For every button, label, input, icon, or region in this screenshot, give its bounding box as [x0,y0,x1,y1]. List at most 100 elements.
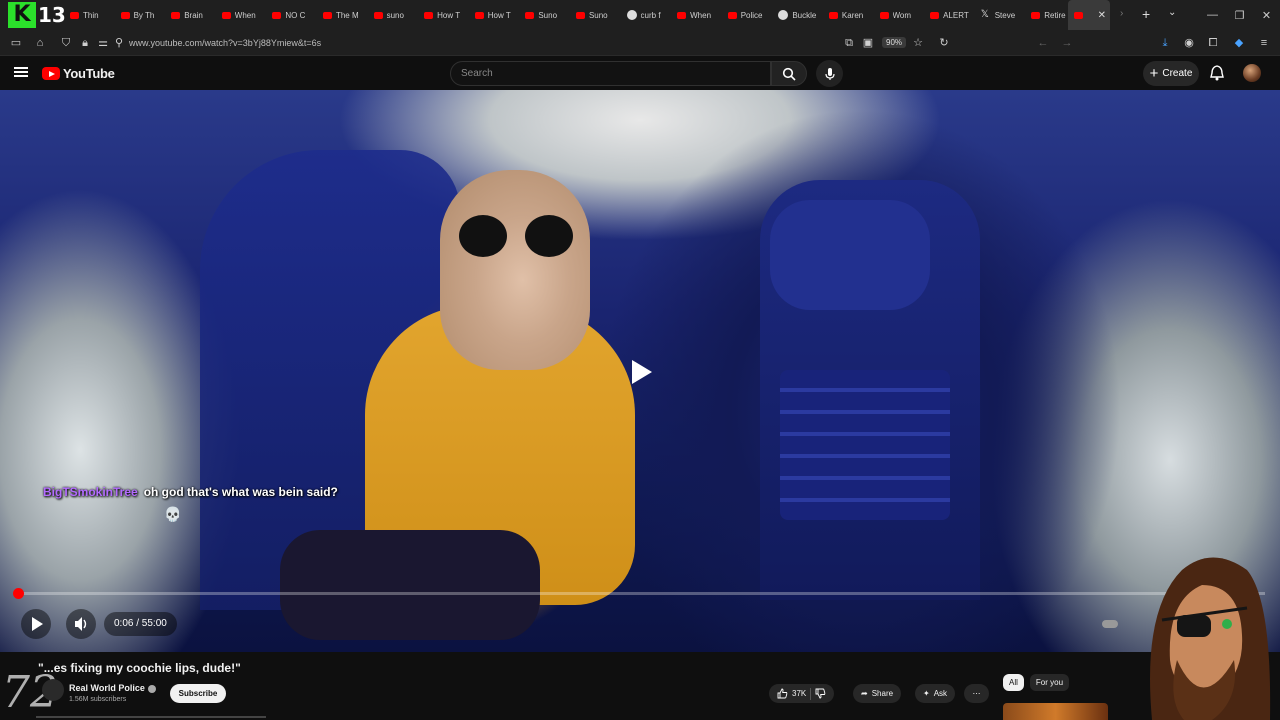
window-close-icon[interactable]: ✕ [1253,9,1280,22]
subscriber-count: 1.56M subscribers [69,696,127,703]
notifications-bell-icon[interactable] [1210,65,1224,81]
browser-tab[interactable]: Karen [823,0,874,30]
search-button[interactable] [771,61,807,86]
browser-tab[interactable]: ALERT [924,0,975,30]
lock-icon[interactable]: 🔒︎ [78,36,92,50]
zoom-level[interactable]: 90% [882,37,907,48]
browser-tab[interactable]: Wom [874,0,925,30]
restore-icon[interactable]: ❐ [1226,9,1253,22]
tab-label: curb f [640,10,661,20]
youtube-favicon-icon [930,11,940,19]
sidebar-toggle-icon[interactable]: ▭ [9,36,23,50]
ask-button[interactable]: ✦ Ask [915,684,956,703]
browser-tab[interactable]: Suno [570,0,621,30]
circle-favicon-icon [778,10,789,20]
minimize-icon[interactable]: — [1199,9,1226,21]
youtube-favicon-icon [120,11,130,19]
channel-name[interactable]: Real World Police [69,683,145,693]
picture-in-picture-icon[interactable]: ⧉ [842,36,856,50]
reload-icon[interactable]: ↻ [937,36,951,50]
video-info: 72 "...es fixing my coochie lips, dude!"… [0,652,1280,720]
description-box-edge [36,716,266,718]
chip-all[interactable]: All [1003,674,1024,691]
browser-tab[interactable]: How T [418,0,469,30]
browser-tab[interactable]: NO C [266,0,317,30]
progress-bar[interactable] [13,588,1265,599]
tab-label: Thin [83,10,99,20]
browser-menu-icon[interactable]: ≡ [1257,36,1271,50]
window-controls: — ❐ ✕ [1199,0,1280,30]
chip-for-you[interactable]: For you [1029,674,1070,691]
search-placeholder: Search [461,68,493,79]
bookmark-star-icon[interactable]: ☆ [911,36,925,50]
download-icon[interactable]: ⤓ [1158,36,1172,50]
create-button[interactable]: + Create [1143,61,1199,86]
tab-label: Karen [841,10,864,20]
youtube-favicon-icon [525,11,535,19]
ask-label: Ask [933,689,948,698]
play-button[interactable] [21,609,51,639]
create-label: Create [1162,68,1193,79]
browser-tab[interactable]: 𝕏 Steve [975,0,1026,30]
browser-tab[interactable]: Suno [519,0,570,30]
youtube-favicon-icon [828,11,838,19]
channel-name-row[interactable]: Real World Police [69,683,156,693]
tab-scroll-right-icon[interactable]: › [1120,8,1123,19]
channel-avatar[interactable] [42,679,64,701]
browser-tab[interactable]: curb f [621,0,672,30]
active-tab[interactable]: ✕ [1068,0,1110,30]
browser-tab[interactable]: Buckle [772,0,823,30]
recommended-video-thumbnail[interactable] [1003,703,1108,720]
chat-emoji: 💀 [164,506,182,522]
youtube-favicon-icon [1074,11,1083,19]
tab-list-chevron-icon[interactable]: ⌄ [1168,7,1176,18]
more-actions-button[interactable]: ⋯ [964,684,989,703]
scrubber-handle[interactable] [13,588,25,599]
voice-search-button[interactable] [816,60,843,87]
browser-tab[interactable]: The M [317,0,368,30]
share-button[interactable]: ➦ Share [853,684,902,703]
youtube-favicon-icon [424,11,434,19]
video-player[interactable]: BigTSmokinTree oh god that's what was bei… [0,90,1280,652]
tab-label: When [234,10,256,20]
tab-label: Suno [538,10,558,20]
close-tab-icon[interactable]: ✕ [1098,10,1106,21]
user-avatar[interactable] [1243,64,1261,82]
forward-icon[interactable]: → [1060,36,1074,50]
address-bar: ▭ ⌂ ⛉ 🔒︎ ⚌ ⚲ www.youtube.com/watch?v=3bY… [0,30,1280,56]
overlay-badge: K 13 [8,2,68,28]
youtube-logo[interactable]: YouTube [42,66,115,81]
center-play-icon[interactable] [620,354,660,390]
browser-tab[interactable]: How T [469,0,520,30]
tab-label: ALERT [943,10,969,20]
url-text[interactable]: www.youtube.com/watch?v=3bYj88Ymiew&t=6s [129,38,321,48]
chat-username: BigTSmokinTree [43,485,138,499]
thumbs-down-icon[interactable] [815,688,826,699]
search-input[interactable]: Search [450,61,771,86]
tab-label: suno [386,10,404,20]
browser-tab[interactable]: When [216,0,267,30]
browser-tab[interactable]: By Th [115,0,166,30]
browser-tab[interactable]: Police [722,0,773,30]
shield-icon[interactable]: ⛉ [59,36,73,50]
subscribe-button[interactable]: Subscribe [170,684,226,703]
home-icon[interactable]: ⌂ [33,36,47,50]
youtube-favicon-icon [677,11,687,19]
new-tab-icon[interactable]: + [1142,6,1150,22]
like-button[interactable]: 37K [777,688,806,699]
page-info-icon[interactable]: ⚲ [112,36,126,50]
video-frame-head [440,170,590,370]
browser-tab[interactable]: When [671,0,722,30]
site-settings-icon[interactable]: ⚌ [96,36,110,50]
extension-badge-icon[interactable]: ◆ [1232,36,1246,50]
account-icon[interactable]: ◉ [1182,36,1196,50]
browser-tab[interactable]: suno [368,0,419,30]
back-icon[interactable]: ← [1036,36,1050,50]
extensions-icon[interactable]: ⧠ [1206,36,1220,50]
autoplay-toggle[interactable] [1102,620,1118,628]
screenshot-icon[interactable]: ▣ [861,36,875,50]
browser-tab[interactable]: Thin [64,0,115,30]
menu-icon[interactable] [14,67,28,77]
volume-button[interactable] [66,609,96,639]
browser-tab[interactable]: Brain [165,0,216,30]
